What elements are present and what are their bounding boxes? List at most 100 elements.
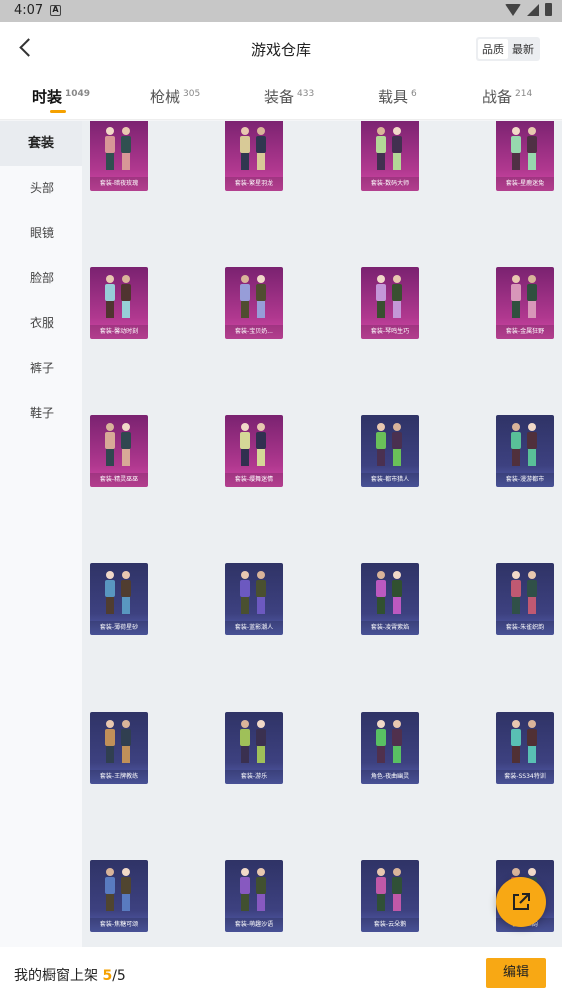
item-card[interactable]: 套装-焦糖可颂 bbox=[90, 860, 148, 932]
item-name: 套装-缨舞迷情 bbox=[225, 473, 283, 487]
outfit-figure-image bbox=[105, 275, 131, 318]
item-name: 套装-繁星羽龙 bbox=[225, 177, 283, 191]
tab-count: 1049 bbox=[65, 89, 91, 99]
item-card[interactable]: 套装-朱雀织韵 bbox=[496, 563, 554, 635]
item-card[interactable]: 套装-数码大师 bbox=[361, 121, 419, 191]
item-name: 套装-金属狂野 bbox=[496, 325, 554, 339]
outfit-figure-image bbox=[240, 868, 266, 911]
item-card[interactable]: 套装-凌霄紫焰 bbox=[361, 563, 419, 635]
item-grid: 套装-暗夜玫瑰 套装-繁星羽龙 套装-数码大师 套装-星鹿迷兔套装-馨动时刻 套装-宝贝… bbox=[82, 121, 562, 947]
item-card[interactable]: 套装-蓝影潮人 bbox=[225, 563, 283, 635]
item-name: 套装-萌趣沙语 bbox=[225, 918, 283, 932]
item-card[interactable]: 套装-都市猎人 bbox=[361, 415, 419, 487]
item-card[interactable]: 套装-漫游都市 bbox=[496, 415, 554, 487]
sort-latest-button[interactable]: 最新 bbox=[508, 39, 538, 59]
showcase-current: 5 bbox=[102, 968, 113, 984]
outfit-figure-image bbox=[105, 423, 131, 466]
item-name: 套装-都市猎人 bbox=[361, 473, 419, 487]
status-bar: 4:07 A bbox=[0, 0, 562, 22]
system-icons bbox=[505, 3, 552, 16]
item-name: 套装-精灵巫巫 bbox=[90, 473, 148, 487]
item-name: 套装-焦糖可颂 bbox=[90, 918, 148, 932]
share-icon bbox=[513, 893, 530, 910]
tab-label: 时装 bbox=[32, 88, 63, 106]
sidebar-item-face[interactable]: 脸部 bbox=[0, 256, 82, 301]
outfit-figure-image bbox=[376, 720, 402, 763]
chevron-left-icon bbox=[19, 38, 38, 57]
sidebar-item-glasses[interactable]: 眼镜 bbox=[0, 211, 82, 256]
item-name: 套装-琴鸣生巧 bbox=[361, 325, 419, 339]
item-card[interactable]: 套装-琴鸣生巧 bbox=[361, 267, 419, 339]
share-fab-button[interactable] bbox=[496, 877, 546, 927]
outfit-figure-image bbox=[105, 720, 131, 763]
header: 游戏仓库 品质 最新 bbox=[0, 22, 562, 74]
tab-equipment[interactable]: 装备 433 bbox=[264, 86, 314, 107]
tab-count: 305 bbox=[183, 89, 201, 99]
outfit-figure-image bbox=[240, 423, 266, 466]
notification-a-icon: A bbox=[50, 5, 61, 16]
item-card[interactable]: 套装-SS34特训 bbox=[496, 712, 554, 784]
edit-button[interactable]: 编辑 bbox=[486, 958, 546, 988]
outfit-figure-image bbox=[105, 127, 131, 170]
outfit-figure-image bbox=[511, 127, 537, 170]
footer-bar: 我的橱窗上架 5/5 编辑 bbox=[0, 947, 562, 999]
tab-battle-prep[interactable]: 战备 214 bbox=[482, 86, 532, 107]
showcase-total: 5 bbox=[116, 968, 126, 984]
item-card[interactable]: 套装-游乐 bbox=[225, 712, 283, 784]
sidebar-item-suit[interactable]: 套装 bbox=[0, 121, 82, 166]
category-tabs: 时装 1049 枪械 305 装备 433 载具 6 战备 214 bbox=[0, 74, 562, 120]
outfit-figure-image bbox=[511, 720, 537, 763]
outfit-figure-image bbox=[376, 275, 402, 318]
item-card[interactable]: 套装-金属狂野 bbox=[496, 267, 554, 339]
signal-icon bbox=[527, 3, 539, 16]
tab-label: 枪械 bbox=[150, 88, 181, 106]
back-button[interactable] bbox=[14, 34, 42, 62]
wifi-icon bbox=[505, 3, 521, 16]
outfit-figure-image bbox=[240, 720, 266, 763]
item-card[interactable]: 套装-暗夜玫瑰 bbox=[90, 121, 148, 191]
sidebar-item-clothes[interactable]: 衣服 bbox=[0, 301, 82, 346]
item-card[interactable]: 套装-萌趣沙语 bbox=[225, 860, 283, 932]
item-card[interactable]: 套装-薄荷星砂 bbox=[90, 563, 148, 635]
item-name: 套装-朱雀织韵 bbox=[496, 621, 554, 635]
outfit-figure-image bbox=[240, 571, 266, 614]
item-name: 套装-SS34特训 bbox=[496, 770, 554, 784]
item-card[interactable]: 套装-精灵巫巫 bbox=[90, 415, 148, 487]
sidebar-item-pants[interactable]: 裤子 bbox=[0, 346, 82, 391]
item-card[interactable]: 角色-夜曲幽灵 bbox=[361, 712, 419, 784]
status-time: 4:07 bbox=[14, 3, 44, 18]
outfit-figure-image bbox=[511, 571, 537, 614]
tab-firearms[interactable]: 枪械 305 bbox=[150, 86, 200, 107]
tab-count: 214 bbox=[515, 89, 533, 99]
tab-count: 6 bbox=[411, 89, 417, 99]
item-name: 套装-凌霄紫焰 bbox=[361, 621, 419, 635]
item-card[interactable]: 套装-云朵鹅 bbox=[361, 860, 419, 932]
tab-label: 装备 bbox=[264, 88, 295, 106]
item-name: 套装-星鹿迷兔 bbox=[496, 177, 554, 191]
tab-fashion[interactable]: 时装 1049 bbox=[32, 86, 91, 113]
sidebar-item-shoes[interactable]: 鞋子 bbox=[0, 391, 82, 436]
item-card[interactable]: 套装-星鹿迷兔 bbox=[496, 121, 554, 191]
item-name: 套装-宝贝奶... bbox=[225, 325, 283, 339]
item-name: 套装-游乐 bbox=[225, 770, 283, 784]
outfit-figure-image bbox=[240, 275, 266, 318]
item-card[interactable]: 套装-馨动时刻 bbox=[90, 267, 148, 339]
tab-label: 载具 bbox=[378, 88, 409, 106]
item-name: 套装-薄荷星砂 bbox=[90, 621, 148, 635]
tab-count: 433 bbox=[297, 89, 315, 99]
battery-icon bbox=[545, 3, 552, 16]
item-card[interactable]: 套装-王牌教练 bbox=[90, 712, 148, 784]
item-card[interactable]: 套装-缨舞迷情 bbox=[225, 415, 283, 487]
active-tab-indicator bbox=[50, 110, 66, 113]
sort-quality-button[interactable]: 品质 bbox=[478, 39, 508, 59]
tab-vehicles[interactable]: 载具 6 bbox=[378, 86, 417, 107]
outfit-figure-image bbox=[376, 127, 402, 170]
sidebar-item-head[interactable]: 头部 bbox=[0, 166, 82, 211]
item-name: 套装-暗夜玫瑰 bbox=[90, 177, 148, 191]
subcategory-sidebar: 套装 头部 眼镜 脸部 衣服 裤子 鞋子 bbox=[0, 121, 82, 947]
item-card[interactable]: 套装-繁星羽龙 bbox=[225, 121, 283, 191]
outfit-figure-image bbox=[240, 127, 266, 170]
item-card[interactable]: 套装-宝贝奶... bbox=[225, 267, 283, 339]
item-name: 角色-夜曲幽灵 bbox=[361, 770, 419, 784]
showcase-label: 我的橱窗上架 bbox=[14, 968, 98, 984]
